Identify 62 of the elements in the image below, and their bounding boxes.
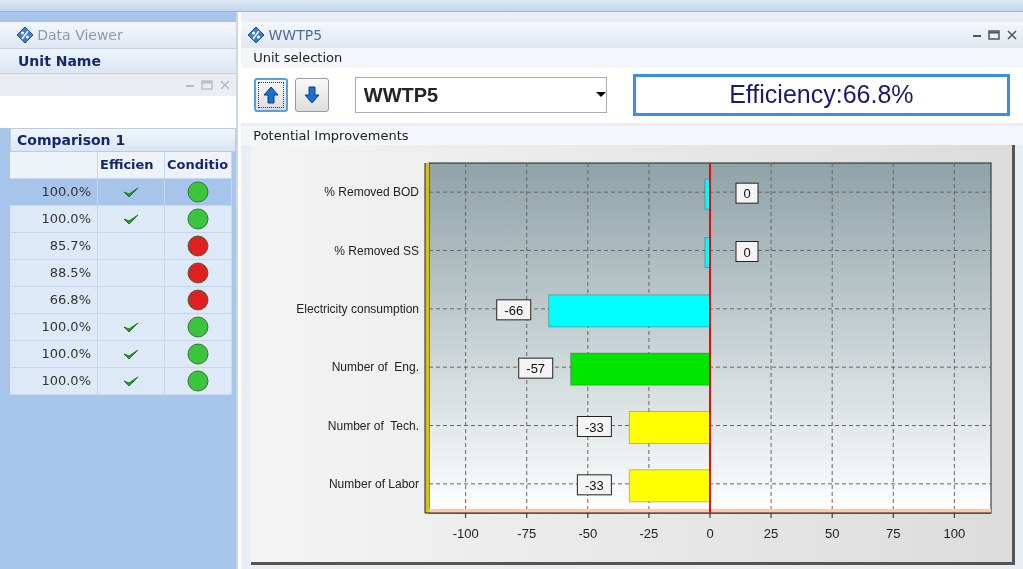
category-label: Electricity consumption [296,302,420,317]
axis-tick-label: 50 [825,526,840,542]
value-label: -57 [518,357,554,379]
close-icon[interactable] [1006,30,1017,40]
axis-tick-label: -100 [452,526,479,542]
window-title: Data Viewer [37,25,123,45]
table-cell: 100.0% [10,179,98,206]
value-label: 0 [735,182,759,204]
group-header: Comparison 1 [17,130,126,150]
table-cell: 85.7% [10,233,98,260]
efficiency-display: Efficiency:66.8% [632,74,1010,116]
table-row[interactable]: 100.0% [10,341,236,368]
value-label: -33 [577,474,613,496]
data-label: -33 [585,419,605,435]
axis-tick-label: -25 [639,526,659,542]
up-arrow-icon [263,86,280,104]
column-header: Conditio [165,152,232,179]
data-label: -33 [585,478,605,494]
down-button[interactable] [294,78,329,112]
axis-tick-label: -50 [578,526,598,542]
axis-tick-label: 75 [886,526,901,542]
window-title: WWTP5 [268,25,323,45]
table-row[interactable]: 85.7% [10,233,236,260]
table-row[interactable]: 66.8% [10,287,236,314]
table-row[interactable]: 100.0% [10,206,236,233]
value-label: 0 [735,241,759,263]
caret-icon [595,92,606,98]
category-label: Number of Eng. [331,360,420,375]
axis-tick-label: 0 [706,526,714,542]
table-row[interactable]: 100.0% [10,179,236,206]
unit-dropdown[interactable]: WWTP5 [354,77,607,113]
table-cell: 88.5% [10,260,98,287]
table-row[interactable]: 100.0% [10,314,236,341]
maximize-icon[interactable] [988,30,1000,40]
down-arrow-icon [303,86,320,104]
column-header: Unit Name [18,51,101,71]
data-label: 0 [743,244,751,260]
table-cell: 100.0% [10,206,98,233]
value-label: -66 [496,299,532,321]
app-logo-icon [16,26,34,44]
table-cell: 100.0% [10,314,98,341]
axis-tick-label: 25 [764,526,779,542]
category-label: Number of Tech. [328,418,420,433]
table-cell: 66.8% [10,287,98,314]
app-logo-icon [247,26,266,44]
category-label: Number of Labor [329,477,420,492]
data-label: -57 [526,361,546,377]
group-label: Potential Improvements [253,127,409,143]
axis-tick-label: -75 [517,526,537,542]
category-label: % Removed BOD [324,185,420,200]
table-cell: 100.0% [10,341,98,368]
value-label: -33 [577,416,613,438]
group-label: Unit selection [253,50,343,65]
axis-tick-label: 100 [943,526,966,542]
data-label: 0 [743,186,751,202]
column-header: Efficien [98,152,165,179]
table-row[interactable]: 100.0% [10,368,236,395]
up-button[interactable] [254,78,289,112]
category-label: % Removed SS [334,243,420,258]
table-cell: 100.0% [10,368,98,395]
data-label: -66 [504,303,524,319]
table-row[interactable]: 88.5% [10,260,236,287]
